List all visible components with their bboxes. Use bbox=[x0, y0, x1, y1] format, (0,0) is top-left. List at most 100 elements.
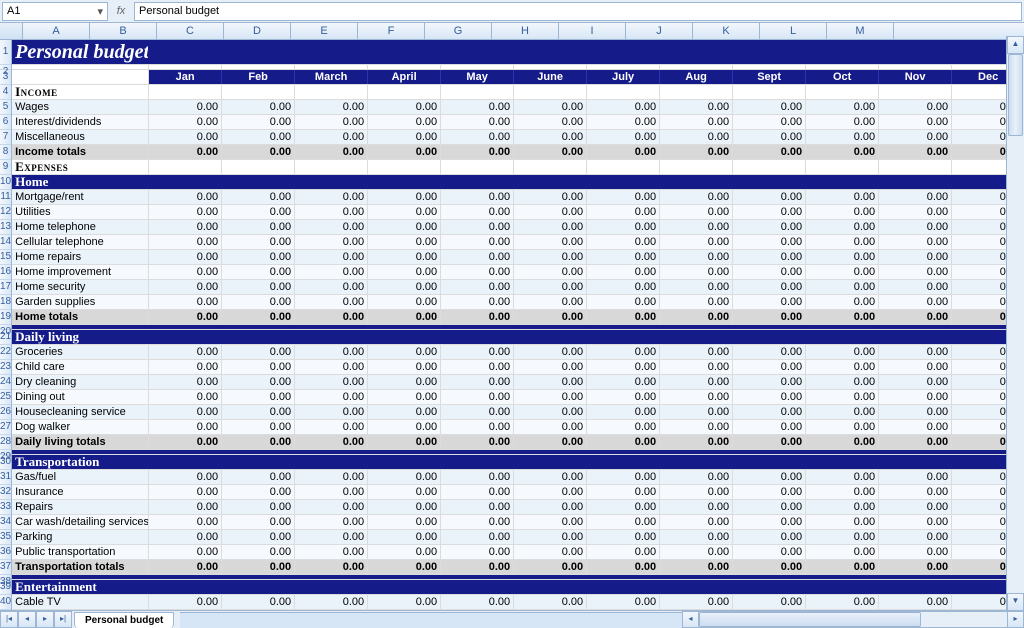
cell[interactable]: 0.00 bbox=[806, 405, 879, 419]
cell[interactable]: 0.00 bbox=[149, 220, 222, 234]
cell[interactable] bbox=[660, 330, 733, 344]
cell[interactable]: 0.00 bbox=[587, 435, 660, 449]
cell[interactable]: 0.00 bbox=[514, 205, 587, 219]
cell[interactable]: 0.00 bbox=[441, 280, 514, 294]
cell[interactable]: 0.00 bbox=[149, 130, 222, 144]
cell[interactable]: 0.00 bbox=[660, 265, 733, 279]
cell[interactable]: 0.00 bbox=[733, 250, 806, 264]
row-header[interactable]: 16 bbox=[0, 265, 11, 280]
cell[interactable]: 0.00 bbox=[222, 435, 295, 449]
row-header[interactable]: 17 bbox=[0, 280, 11, 295]
cell[interactable]: 0.00 bbox=[368, 295, 441, 309]
vertical-scrollbar[interactable]: ▲ ▼ bbox=[1006, 36, 1024, 611]
cell[interactable]: 0.00 bbox=[660, 560, 733, 574]
cell[interactable]: 0.00 bbox=[514, 485, 587, 499]
cell[interactable]: 0.00 bbox=[368, 345, 441, 359]
cell[interactable]: 0.00 bbox=[441, 130, 514, 144]
cell[interactable]: 0.00 bbox=[733, 205, 806, 219]
cell[interactable] bbox=[148, 40, 220, 64]
cell[interactable] bbox=[652, 40, 724, 64]
cell[interactable]: 0.00 bbox=[222, 360, 295, 374]
cell[interactable]: 0.00 bbox=[514, 235, 587, 249]
cell[interactable]: 0.00 bbox=[222, 235, 295, 249]
cell[interactable]: 0.00 bbox=[441, 220, 514, 234]
cell[interactable]: 0.00 bbox=[806, 345, 879, 359]
cell[interactable]: 0.00 bbox=[660, 205, 733, 219]
cell[interactable] bbox=[222, 85, 295, 99]
cell[interactable]: 0.00 bbox=[149, 115, 222, 129]
cell[interactable]: 0.00 bbox=[806, 595, 879, 609]
cell[interactable]: 0.00 bbox=[660, 345, 733, 359]
cell[interactable] bbox=[796, 575, 868, 579]
formula-input[interactable]: Personal budget bbox=[134, 2, 1022, 21]
cell[interactable]: 0.00 bbox=[222, 205, 295, 219]
cell[interactable]: 0.00 bbox=[660, 115, 733, 129]
cell[interactable]: 0.00 bbox=[149, 295, 222, 309]
cell[interactable]: 0.00 bbox=[514, 250, 587, 264]
cell[interactable]: 0.00 bbox=[441, 190, 514, 204]
table-row[interactable]: Dining out0.000.000.000.000.000.000.000.… bbox=[12, 390, 1024, 405]
cell[interactable]: 0.00 bbox=[879, 280, 952, 294]
cell[interactable]: 0.00 bbox=[514, 515, 587, 529]
cell[interactable]: 0.00 bbox=[879, 295, 952, 309]
cell[interactable]: 0.00 bbox=[514, 310, 587, 324]
cell[interactable]: 0.00 bbox=[222, 130, 295, 144]
cell[interactable]: 0.00 bbox=[806, 530, 879, 544]
cell[interactable] bbox=[660, 455, 733, 469]
cell[interactable]: 0.00 bbox=[733, 360, 806, 374]
cell[interactable] bbox=[806, 455, 879, 469]
cell[interactable]: 0.00 bbox=[149, 310, 222, 324]
cell[interactable]: 0.00 bbox=[660, 280, 733, 294]
cell[interactable]: 0.00 bbox=[368, 545, 441, 559]
row-header[interactable]: 23 bbox=[0, 360, 11, 375]
cell[interactable]: 0.00 bbox=[660, 250, 733, 264]
cell[interactable] bbox=[292, 575, 364, 579]
cell[interactable]: 0.00 bbox=[295, 515, 368, 529]
cell[interactable]: 0.00 bbox=[733, 420, 806, 434]
cell[interactable]: 0.00 bbox=[587, 100, 660, 114]
row-header[interactable]: 34 bbox=[0, 515, 11, 530]
col-D[interactable]: D bbox=[224, 23, 291, 39]
cell[interactable]: 0.00 bbox=[295, 295, 368, 309]
cell[interactable]: 0.00 bbox=[441, 345, 514, 359]
cell[interactable]: 0.00 bbox=[149, 500, 222, 514]
sheet-tab-active[interactable]: Personal budget bbox=[74, 612, 174, 628]
cell[interactable]: 0.00 bbox=[587, 250, 660, 264]
cell[interactable]: 0.00 bbox=[149, 515, 222, 529]
cell[interactable] bbox=[436, 575, 508, 579]
cell[interactable]: 0.00 bbox=[149, 280, 222, 294]
table-row[interactable]: Daily living totals0.000.000.000.000.000… bbox=[12, 435, 1024, 450]
cell[interactable]: 0.00 bbox=[368, 130, 441, 144]
cell[interactable]: 0.00 bbox=[441, 545, 514, 559]
cell[interactable] bbox=[368, 330, 441, 344]
cell[interactable] bbox=[364, 575, 436, 579]
cell[interactable]: 0.00 bbox=[660, 545, 733, 559]
cell[interactable]: 0.00 bbox=[514, 345, 587, 359]
table-row[interactable]: Groceries0.000.000.000.000.000.000.000.0… bbox=[12, 345, 1024, 360]
row-header[interactable]: 25 bbox=[0, 390, 11, 405]
cell[interactable]: 0.00 bbox=[587, 145, 660, 159]
cell[interactable]: 0.00 bbox=[806, 560, 879, 574]
cell[interactable]: 0.00 bbox=[733, 310, 806, 324]
cell[interactable]: 0.00 bbox=[806, 435, 879, 449]
cell[interactable] bbox=[508, 40, 580, 64]
cell[interactable] bbox=[220, 325, 292, 329]
scroll-up-icon[interactable]: ▲ bbox=[1007, 36, 1024, 54]
cell[interactable]: 0.00 bbox=[660, 375, 733, 389]
cell[interactable]: 0.00 bbox=[660, 310, 733, 324]
table-row[interactable]: Gas/fuel0.000.000.000.000.000.000.000.00… bbox=[12, 470, 1024, 485]
cell[interactable]: 0.00 bbox=[149, 100, 222, 114]
cell[interactable]: 0.00 bbox=[587, 310, 660, 324]
cell[interactable] bbox=[222, 160, 295, 174]
cell[interactable]: 0.00 bbox=[222, 595, 295, 609]
cell[interactable] bbox=[733, 160, 806, 174]
cell[interactable]: 0.00 bbox=[295, 390, 368, 404]
row-header[interactable]: 26 bbox=[0, 405, 11, 420]
cell[interactable] bbox=[724, 575, 796, 579]
cell[interactable] bbox=[368, 175, 441, 189]
row-header[interactable]: 18 bbox=[0, 295, 11, 310]
cell[interactable]: 0.00 bbox=[879, 205, 952, 219]
cell[interactable]: 0.00 bbox=[733, 220, 806, 234]
cell[interactable]: 0.00 bbox=[222, 545, 295, 559]
table-row[interactable]: Garden supplies0.000.000.000.000.000.000… bbox=[12, 295, 1024, 310]
